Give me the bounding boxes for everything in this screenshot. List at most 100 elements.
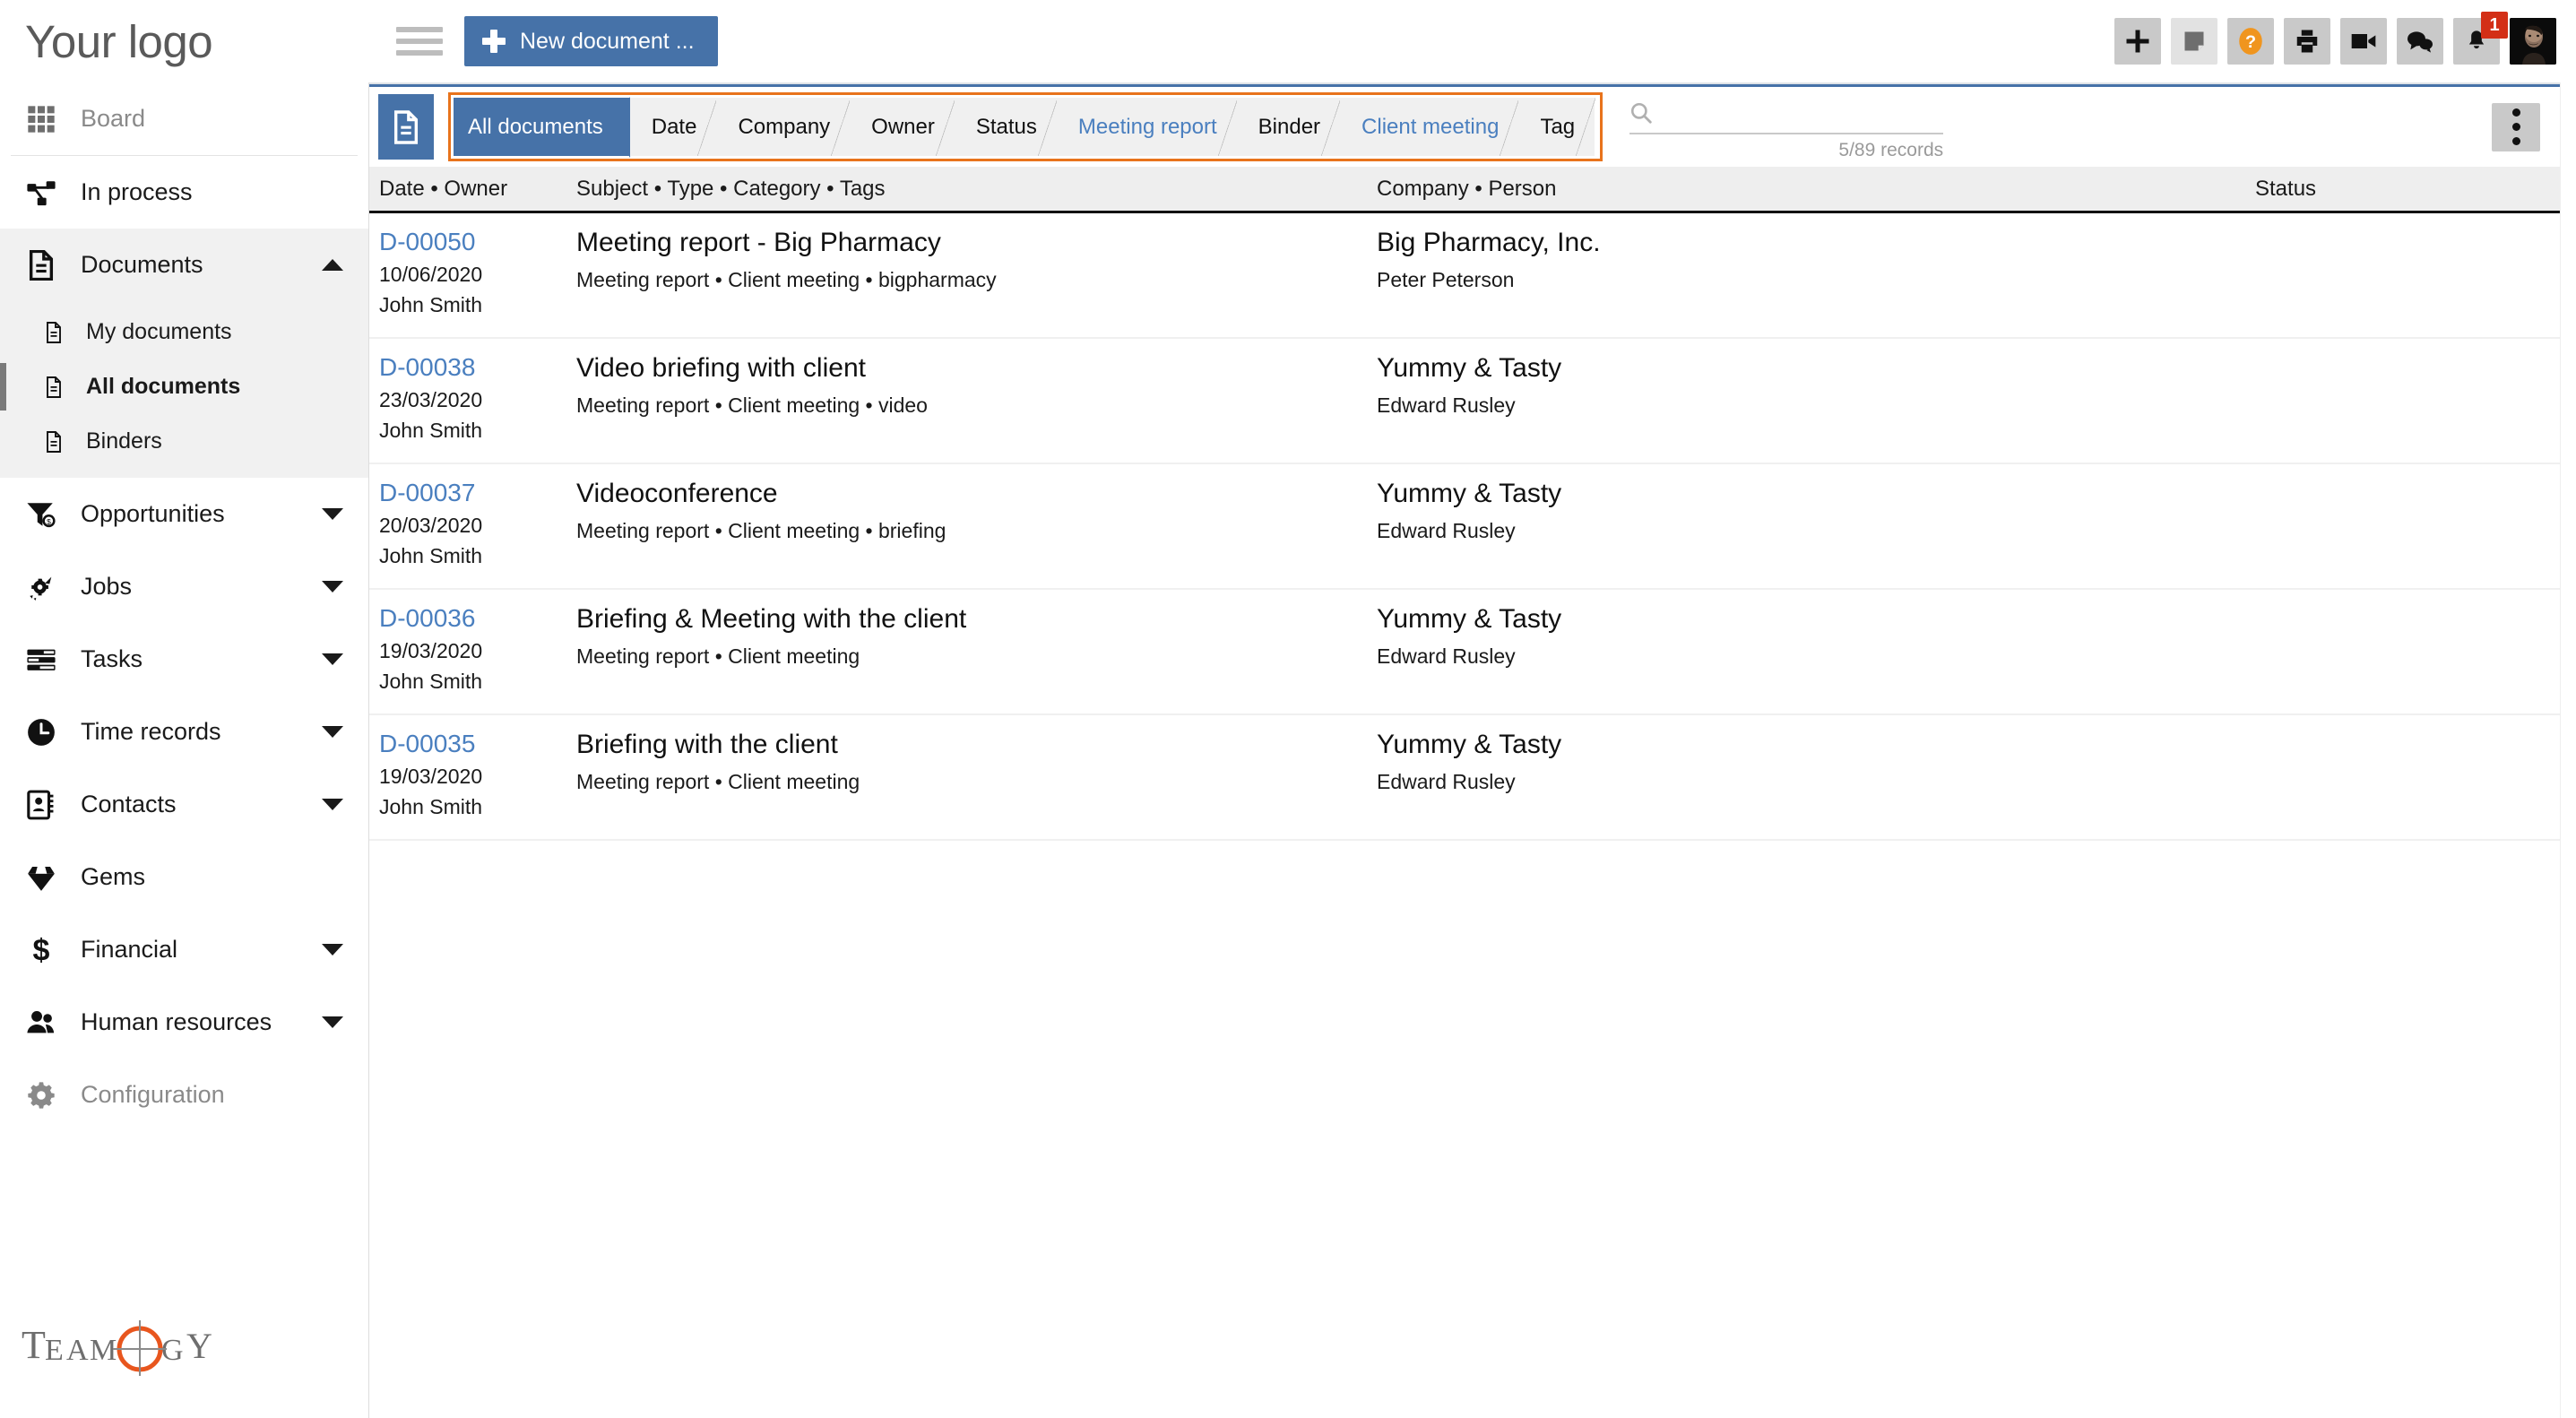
breadcrumb-item-status[interactable]: Status xyxy=(954,98,1058,156)
filter-bar: All documents Date Company Owner Status xyxy=(369,84,2560,167)
sidebar-item-documents[interactable]: Documents xyxy=(0,229,368,301)
document-tags: Meeting report • Client meeting • briefi… xyxy=(576,519,947,542)
sidebar-item-human-resources[interactable]: Human resources xyxy=(0,986,368,1059)
section-document-icon xyxy=(378,94,434,160)
sidebar-item-in-process[interactable]: In process xyxy=(0,156,368,229)
document-owner: John Smith xyxy=(379,543,483,567)
sidebar-subitem-label: Binders xyxy=(86,428,162,454)
person-name: Edward Rusley xyxy=(1377,519,1516,542)
chevron-down-icon[interactable] xyxy=(322,1016,343,1028)
sidebar-item-board[interactable]: Board xyxy=(0,82,368,155)
help-icon[interactable]: ? xyxy=(2227,18,2274,65)
sidebar-item-my-documents[interactable]: My documents xyxy=(0,305,368,359)
table-row[interactable]: D-00037 20/03/2020 John Smith Videoconfe… xyxy=(369,464,2560,590)
gem-icon xyxy=(16,862,66,893)
sidebar-item-contacts[interactable]: Contacts xyxy=(0,768,368,841)
cell-subject: Meeting report - Big Pharmacy Meeting re… xyxy=(566,225,1377,321)
company-name: Yummy & Tasty xyxy=(1377,353,1562,383)
person-name: Edward Rusley xyxy=(1377,393,1516,417)
cell-date-owner: D-00050 10/06/2020 John Smith xyxy=(369,225,566,321)
header-icon-group: ? 1 xyxy=(2114,12,2576,65)
notification-badge: 1 xyxy=(2481,12,2508,39)
document-id-link[interactable]: D-00036 xyxy=(379,601,566,636)
sidebar-footer: T E A M G Y xyxy=(0,1313,368,1418)
document-owner: John Smith xyxy=(379,669,483,693)
chevron-down-icon[interactable] xyxy=(322,581,343,592)
breadcrumb-label: Owner xyxy=(871,114,935,139)
svg-text:?: ? xyxy=(2245,32,2256,52)
sidebar-item-gems[interactable]: Gems xyxy=(0,841,368,913)
chat-icon[interactable] xyxy=(2397,18,2443,65)
chevron-down-icon[interactable] xyxy=(322,944,343,955)
sidebar-item-all-documents[interactable]: All documents xyxy=(0,359,368,414)
document-date: 20/03/2020 xyxy=(379,513,483,537)
sidebar-item-financial[interactable]: $ Financial xyxy=(0,913,368,986)
vertical-scrollbar[interactable] xyxy=(2560,82,2576,1418)
breadcrumb-item-client-meeting[interactable]: Client meeting xyxy=(1340,98,1520,156)
person-name: Edward Rusley xyxy=(1377,770,1516,793)
breadcrumb-label: Tag xyxy=(1540,114,1576,139)
chevron-up-icon[interactable] xyxy=(322,259,343,271)
breadcrumb-filter-highlight: All documents Date Company Owner Status xyxy=(448,92,1604,161)
breadcrumb-label: Status xyxy=(975,114,1037,139)
records-count: 5/89 records xyxy=(1838,139,1944,160)
table-row[interactable]: D-00038 23/03/2020 John Smith Video brie… xyxy=(369,339,2560,464)
avatar[interactable] xyxy=(2510,18,2556,65)
notifications-icon[interactable]: 1 xyxy=(2453,12,2508,65)
cell-company-person: Yummy & Tasty Edward Rusley xyxy=(1377,350,2255,446)
sidebar-item-time-records[interactable]: Time records xyxy=(0,696,368,768)
add-icon[interactable] xyxy=(2114,18,2161,65)
breadcrumb-item-company[interactable]: Company xyxy=(716,98,851,156)
kebab-menu-icon[interactable] xyxy=(2492,102,2540,151)
breadcrumb-item-binder[interactable]: Binder xyxy=(1236,98,1342,156)
sidebar-item-label: Gems xyxy=(81,863,146,890)
breadcrumb-item-date[interactable]: Date xyxy=(629,98,718,156)
document-date: 19/03/2020 xyxy=(379,638,483,662)
table-row[interactable]: D-00035 19/03/2020 John Smith Briefing w… xyxy=(369,715,2560,841)
cell-date-owner: D-00038 23/03/2020 John Smith xyxy=(369,350,566,446)
chevron-down-icon[interactable] xyxy=(322,653,343,665)
document-date: 10/06/2020 xyxy=(379,262,483,286)
svg-text:$: $ xyxy=(47,516,51,525)
sidebar-item-binders[interactable]: Binders xyxy=(0,414,368,469)
search-input[interactable] xyxy=(1660,98,1944,129)
sidebar-item-label: Configuration xyxy=(81,1081,225,1108)
document-icon xyxy=(16,249,66,281)
hamburger-icon[interactable] xyxy=(396,25,443,57)
chevron-down-icon[interactable] xyxy=(322,799,343,810)
document-tags: Meeting report • Client meeting xyxy=(576,644,860,668)
chevron-down-icon[interactable] xyxy=(322,508,343,520)
breadcrumb-item-owner[interactable]: Owner xyxy=(850,98,955,156)
cell-date-owner: D-00037 20/03/2020 John Smith xyxy=(369,476,566,572)
sidebar-item-tasks[interactable]: Tasks xyxy=(0,623,368,696)
breadcrumb-item-tag[interactable]: Tag xyxy=(1518,98,1595,156)
note-icon[interactable] xyxy=(2171,18,2217,65)
sidebar-item-jobs[interactable]: Jobs xyxy=(0,550,368,623)
company-name: Yummy & Tasty xyxy=(1377,479,1562,508)
breadcrumb-item-all-documents[interactable]: All documents xyxy=(454,98,630,156)
sidebar: Board In process Documents My documents … xyxy=(0,82,369,1418)
sidebar-item-configuration[interactable]: Configuration xyxy=(0,1059,368,1131)
company-name: Yummy & Tasty xyxy=(1377,604,1562,634)
breadcrumb-item-meeting-report[interactable]: Meeting report xyxy=(1056,98,1238,156)
breadcrumb-label: Binder xyxy=(1258,114,1321,139)
sidebar-item-label: Board xyxy=(81,105,146,132)
document-date: 23/03/2020 xyxy=(379,387,483,411)
document-id-link[interactable]: D-00050 xyxy=(379,225,566,259)
svg-text:E: E xyxy=(45,1334,64,1367)
new-document-button[interactable]: New document ... xyxy=(464,16,718,66)
document-id-link[interactable]: D-00038 xyxy=(379,350,566,385)
gear-icon xyxy=(16,1081,66,1110)
sidebar-item-opportunities[interactable]: $ Opportunities xyxy=(0,478,368,550)
chevron-down-icon[interactable] xyxy=(322,726,343,738)
video-icon[interactable] xyxy=(2340,18,2387,65)
document-id-link[interactable]: D-00037 xyxy=(379,476,566,510)
dollar-icon: $ xyxy=(16,935,66,965)
table-row[interactable]: D-00036 19/03/2020 John Smith Briefing &… xyxy=(369,590,2560,715)
document-id-link[interactable]: D-00035 xyxy=(379,727,566,761)
cell-subject: Briefing & Meeting with the client Meeti… xyxy=(566,601,1377,697)
print-icon[interactable] xyxy=(2284,18,2330,65)
table-row[interactable]: D-00050 10/06/2020 John Smith Meeting re… xyxy=(369,213,2560,339)
main-content: All documents Date Company Owner Status xyxy=(369,82,2560,1418)
contacts-icon xyxy=(16,790,66,820)
